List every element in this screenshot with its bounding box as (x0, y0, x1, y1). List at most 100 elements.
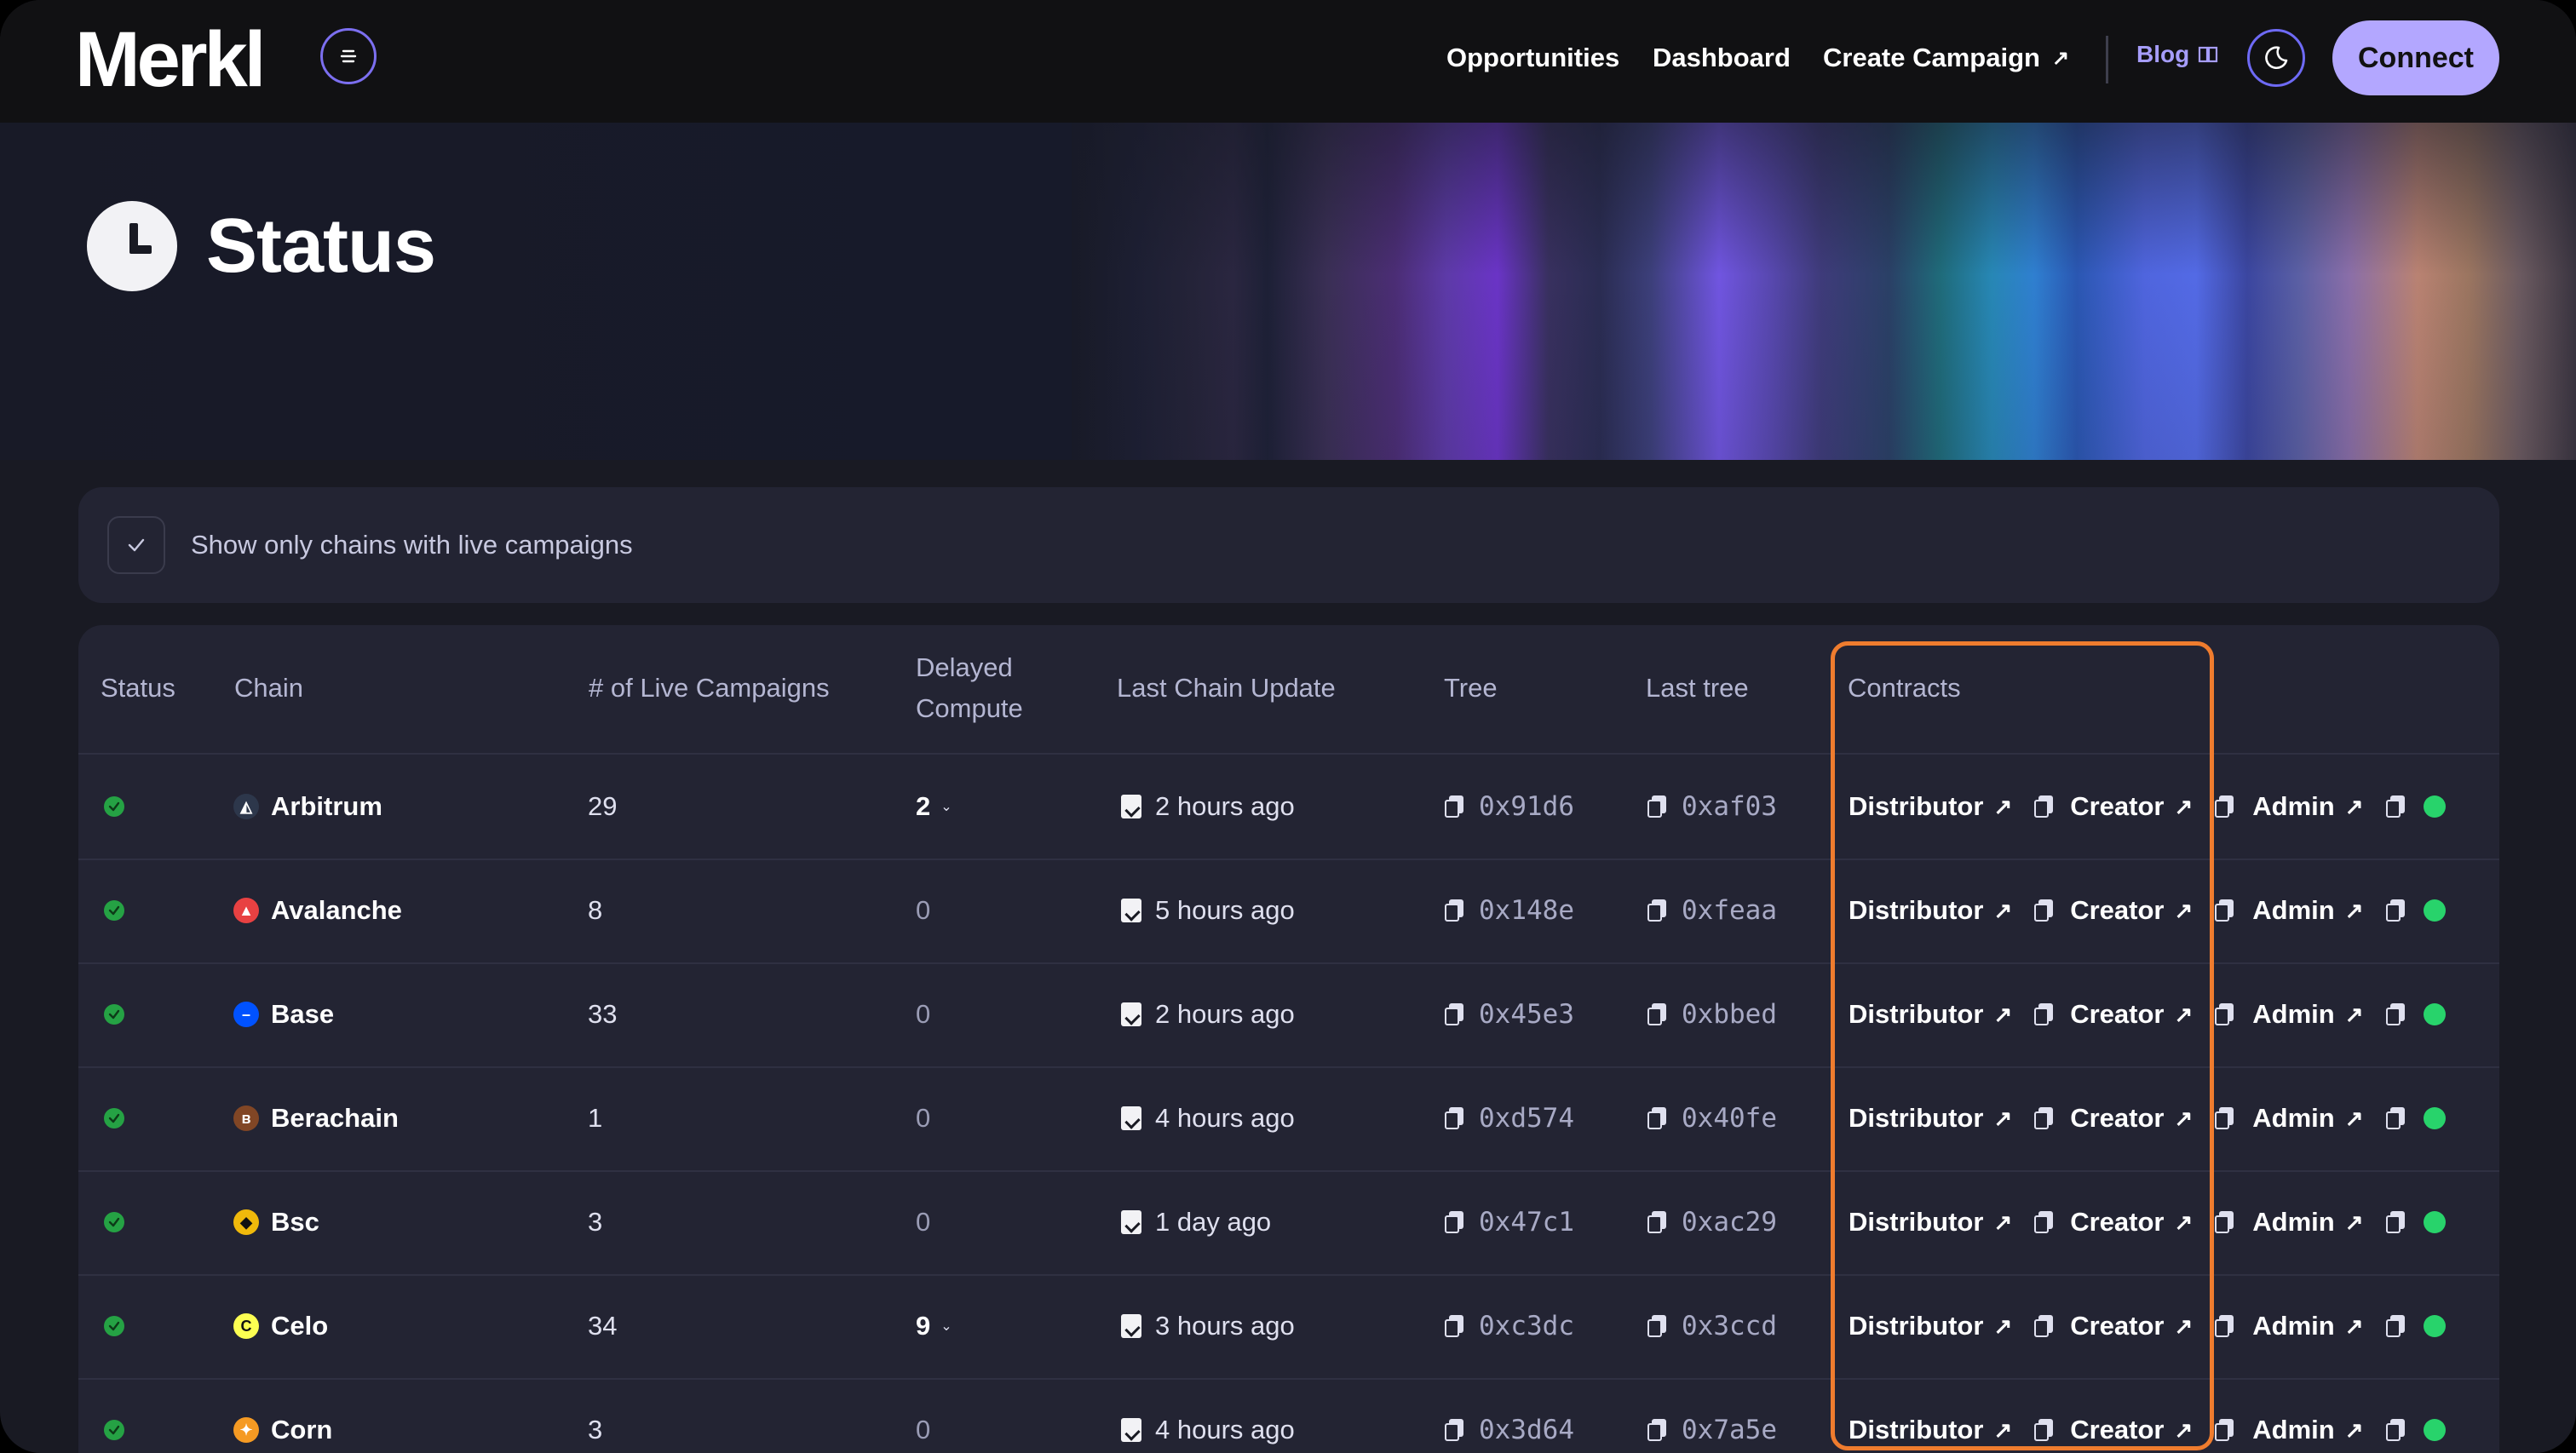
copy-icon[interactable] (1445, 1107, 1463, 1129)
connect-button[interactable]: Connect (2332, 20, 2499, 95)
copy-icon[interactable] (2215, 899, 2234, 922)
nav-blog[interactable]: Blog (2136, 41, 2218, 68)
creator-link[interactable]: Creator ↗ (2070, 999, 2193, 1030)
copy-icon[interactable] (2385, 1315, 2405, 1337)
last-tree-cell[interactable]: 0x3ccd (1647, 1274, 1777, 1378)
tree-cell[interactable]: 0x91d6 (1445, 755, 1574, 859)
creator-label: Creator (2070, 1311, 2165, 1341)
tree-cell[interactable]: 0x45e3 (1445, 962, 1574, 1066)
chain-cell[interactable]: ▲ Avalanche (233, 859, 402, 962)
distributor-link[interactable]: Distributor ↗ (1849, 791, 2012, 822)
copy-icon[interactable] (2215, 795, 2234, 818)
copy-icon[interactable] (2215, 1419, 2234, 1441)
last-tree-cell[interactable]: 0xfeaa (1647, 859, 1777, 962)
creator-link[interactable]: Creator ↗ (2070, 1311, 2193, 1341)
nav-opportunities[interactable]: Opportunities (1446, 43, 1619, 73)
last-tree-cell[interactable]: 0xaf03 (1647, 755, 1777, 859)
chain-cell[interactable]: ◆ Bsc (233, 1170, 319, 1274)
distributor-link[interactable]: Distributor ↗ (1849, 1103, 2012, 1134)
creator-link[interactable]: Creator ↗ (2070, 1415, 2193, 1445)
distributor-link[interactable]: Distributor ↗ (1849, 1415, 2012, 1445)
admin-link[interactable]: Admin ↗ (2252, 1311, 2363, 1341)
chain-cell[interactable]: ◭ Arbitrum (233, 755, 382, 859)
copy-icon[interactable] (2385, 795, 2405, 818)
distributor-label: Distributor (1849, 791, 1984, 821)
copy-icon[interactable] (1445, 1003, 1463, 1025)
copy-icon[interactable] (2034, 899, 2054, 922)
copy-icon[interactable] (2385, 1003, 2405, 1025)
delayed-compute-count: 0 (916, 895, 931, 925)
last-tree-cell[interactable]: 0xac29 (1647, 1170, 1777, 1274)
nav-create-campaign[interactable]: Create Campaign (1823, 43, 2040, 73)
tree-cell[interactable]: 0xc3dc (1445, 1274, 1574, 1378)
tree-cell[interactable]: 0xd574 (1445, 1066, 1574, 1170)
menu-button[interactable] (320, 28, 377, 84)
admin-link[interactable]: Admin ↗ (2252, 1103, 2363, 1134)
copy-icon[interactable] (1647, 1107, 1666, 1129)
creator-link[interactable]: Creator ↗ (2070, 895, 2193, 926)
admin-link[interactable]: Admin ↗ (2252, 791, 2363, 822)
copy-icon[interactable] (2215, 1211, 2234, 1233)
chain-logo-icon: ʙ (233, 1106, 259, 1131)
theme-toggle-button[interactable] (2247, 29, 2305, 87)
distributor-link[interactable]: Distributor ↗ (1849, 895, 2012, 926)
copy-icon[interactable] (2215, 1003, 2234, 1025)
tree-cell[interactable]: 0x148e (1445, 859, 1574, 962)
nav-dashboard[interactable]: Dashboard (1653, 43, 1791, 73)
chain-cell[interactable]: – Base (233, 962, 334, 1066)
admin-link[interactable]: Admin ↗ (2252, 1415, 2363, 1445)
tree-cell[interactable]: 0x47c1 (1445, 1170, 1574, 1274)
copy-icon[interactable] (2034, 1315, 2054, 1337)
copy-icon[interactable] (1647, 1003, 1666, 1025)
copy-icon[interactable] (2215, 1315, 2234, 1337)
external-link-icon: ↗ (1993, 793, 2013, 819)
copy-icon[interactable] (1647, 795, 1666, 818)
last-chain-update-cell: 1 day ago (1121, 1170, 1271, 1274)
admin-label: Admin (2252, 1103, 2335, 1133)
tree-cell[interactable]: 0x3d64 (1445, 1378, 1574, 1453)
distributor-link[interactable]: Distributor ↗ (1849, 999, 2012, 1030)
copy-icon[interactable] (1647, 1315, 1666, 1337)
copy-icon[interactable] (2385, 1211, 2405, 1233)
delayed-compute-cell[interactable]: 2 ⌄ (916, 755, 952, 859)
copy-icon[interactable] (2385, 899, 2405, 922)
page-title: Status (206, 204, 436, 289)
copy-icon[interactable] (2215, 1107, 2234, 1129)
merkl-logo[interactable]: Merkl (75, 17, 266, 102)
copy-icon[interactable] (1445, 1419, 1463, 1441)
last-tree-cell[interactable]: 0x7a5e (1647, 1378, 1777, 1453)
chain-cell[interactable]: ʙ Berachain (233, 1066, 399, 1170)
copy-icon[interactable] (2385, 1419, 2405, 1441)
admin-link[interactable]: Admin ↗ (2252, 895, 2363, 926)
copy-icon[interactable] (1647, 899, 1666, 922)
chevron-down-icon: ⌄ (940, 1319, 952, 1334)
copy-icon[interactable] (2034, 795, 2054, 818)
copy-icon[interactable] (1445, 1315, 1463, 1337)
copy-icon[interactable] (2034, 1419, 2054, 1441)
tree-hash: 0x91d6 (1479, 791, 1574, 822)
copy-icon[interactable] (1647, 1211, 1666, 1233)
creator-link[interactable]: Creator ↗ (2070, 1103, 2193, 1134)
last-tree-cell[interactable]: 0x40fe (1647, 1066, 1777, 1170)
copy-icon[interactable] (1445, 1211, 1463, 1233)
live-campaigns-checkbox[interactable] (107, 516, 165, 574)
copy-icon[interactable] (2034, 1211, 2054, 1233)
copy-icon[interactable] (1445, 795, 1463, 818)
distributor-link[interactable]: Distributor ↗ (1849, 1207, 2012, 1238)
distributor-link[interactable]: Distributor ↗ (1849, 1311, 2012, 1341)
last-tree-cell[interactable]: 0xbbed (1647, 962, 1777, 1066)
admin-link[interactable]: Admin ↗ (2252, 1207, 2363, 1238)
delayed-compute-cell[interactable]: 9 ⌄ (916, 1274, 952, 1378)
copy-icon[interactable] (1647, 1419, 1666, 1441)
status-cell (104, 962, 124, 1066)
creator-link[interactable]: Creator ↗ (2070, 791, 2193, 822)
creator-link[interactable]: Creator ↗ (2070, 1207, 2193, 1238)
copy-icon[interactable] (1445, 899, 1463, 922)
chain-cell[interactable]: C Celo (233, 1274, 328, 1378)
copy-icon[interactable] (2034, 1003, 2054, 1025)
filter-label[interactable]: Show only chains with live campaigns (191, 530, 633, 560)
copy-icon[interactable] (2034, 1107, 2054, 1129)
chain-cell[interactable]: ✦ Corn (233, 1378, 332, 1453)
copy-icon[interactable] (2385, 1107, 2405, 1129)
admin-link[interactable]: Admin ↗ (2252, 999, 2363, 1030)
